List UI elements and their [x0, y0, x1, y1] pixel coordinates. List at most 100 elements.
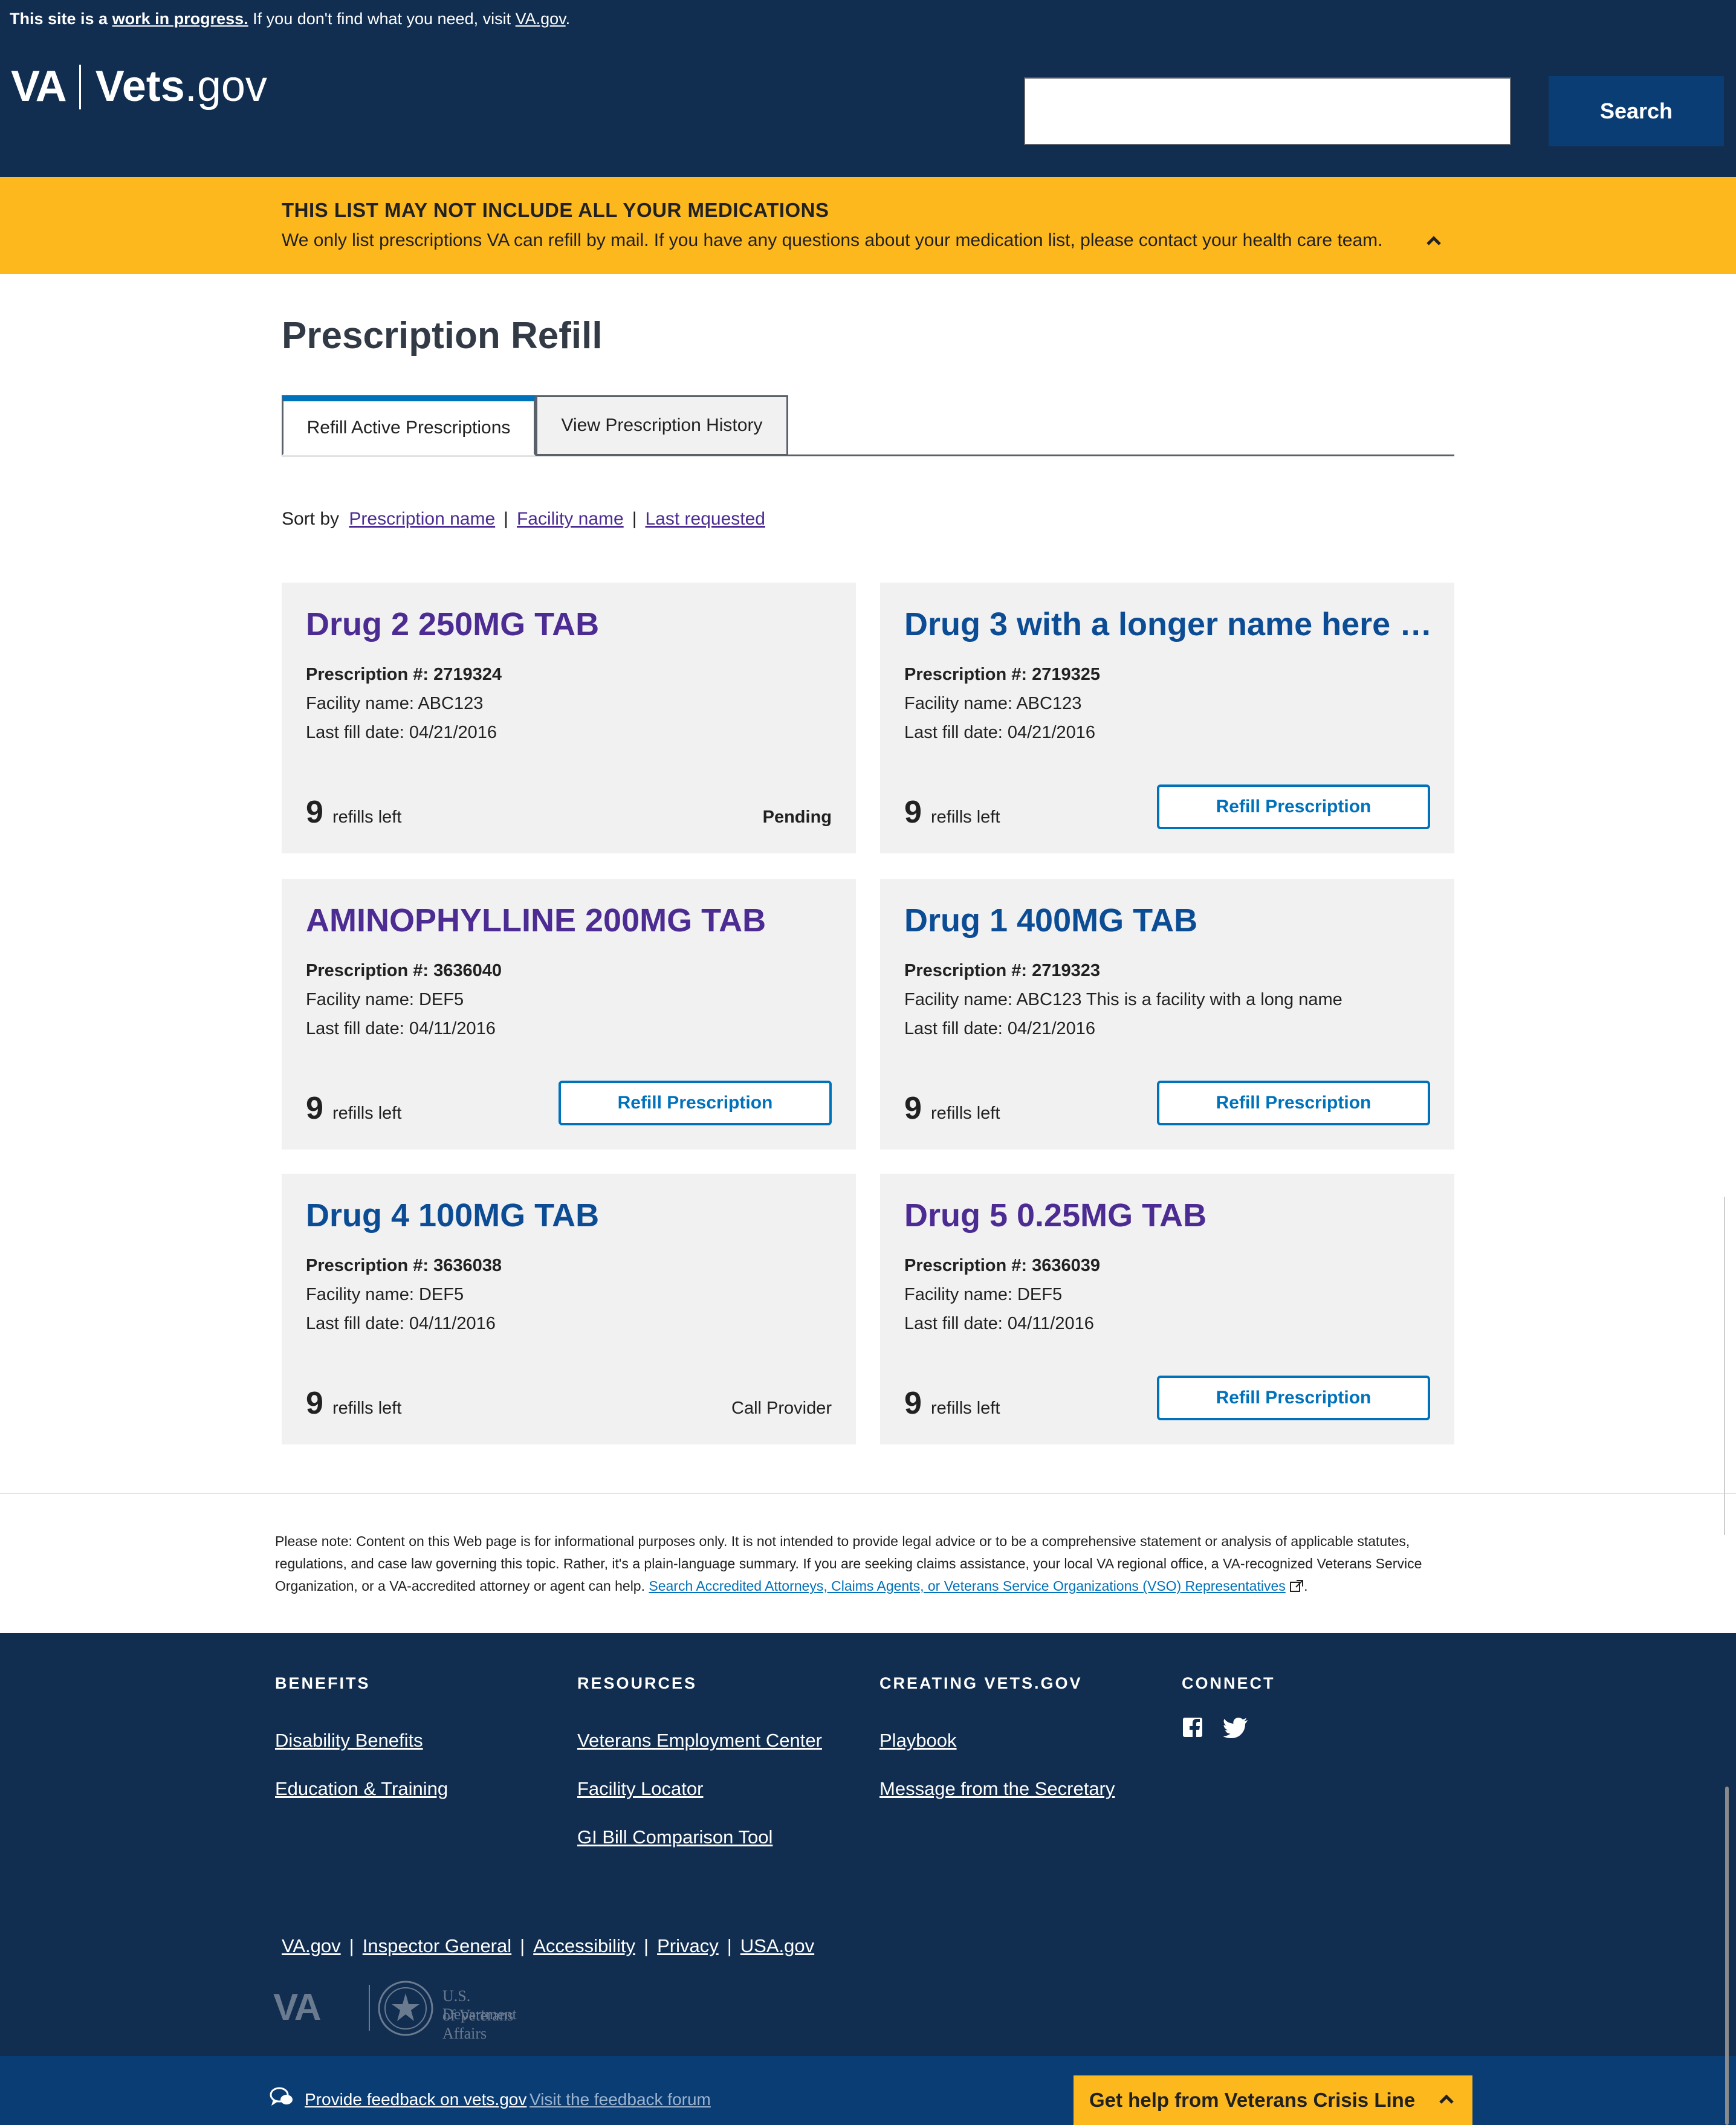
refills-label: refills left — [931, 807, 1000, 827]
feedback-bar: Provide feedback on vets.gov Visit the f… — [0, 2056, 1736, 2125]
refills-label: refills left — [931, 1104, 1000, 1123]
footer-link-employment-center[interactable]: Veterans Employment Center — [577, 1730, 822, 1751]
last-fill-date: Last fill date: 04/11/2016 — [306, 1019, 496, 1038]
vets-gov-logo[interactable]: VA Vets.gov — [11, 62, 267, 111]
logo-vets: Vets — [95, 62, 185, 111]
prescription-name-link[interactable]: AMINOPHYLLINE 200MG TAB — [306, 902, 766, 939]
footer-link-va-gov[interactable]: VA.gov — [282, 1935, 341, 1956]
chevron-up-icon — [1439, 2094, 1454, 2104]
search-input[interactable] — [1024, 77, 1511, 145]
refills-count: 9 — [904, 1091, 922, 1126]
refills-count: 9 — [306, 1091, 323, 1126]
footer-heading-creating: CREATING VETS.GOV — [879, 1674, 1083, 1692]
footer-link-inspector-general[interactable]: Inspector General — [363, 1935, 511, 1956]
refill-prescription-button[interactable]: Refill Prescription — [1157, 1376, 1430, 1420]
prescription-name-link[interactable]: Drug 3 with a longer name here to see ho… — [904, 606, 1436, 643]
refills-label: refills left — [931, 1399, 1000, 1418]
site-footer: BENEFITS Disability Benefits Education &… — [0, 1633, 1736, 2056]
footer-link-facility-locator[interactable]: Facility Locator — [577, 1778, 703, 1800]
refill-status: Pending — [762, 807, 832, 827]
facility-name: Facility name: ABC123 — [904, 694, 1082, 713]
facility-name: Facility name: DEF5 — [904, 1285, 1063, 1304]
scrollbar-track[interactable] — [1724, 1197, 1730, 1535]
refill-prescription-button[interactable]: Refill Prescription — [1157, 784, 1430, 829]
refill-prescription-button[interactable]: Refill Prescription — [559, 1081, 832, 1125]
facility-name: Facility name: DEF5 — [306, 990, 464, 1009]
last-fill-date: Last fill date: 04/21/2016 — [904, 1019, 1096, 1038]
prescription-number: Prescription #: 2719324 — [306, 665, 502, 684]
last-fill-date: Last fill date: 04/11/2016 — [904, 1314, 1094, 1333]
refills-label: refills left — [332, 807, 402, 827]
sort-controls: Sort by Prescription name | Facility name |… — [282, 509, 765, 529]
notice-prefix: This site is a — [10, 10, 108, 28]
last-fill-date: Last fill date: 04/21/2016 — [904, 723, 1096, 742]
tab-prescription-history[interactable]: View Prescription History — [536, 395, 788, 456]
crisis-line-label: Get help from Veterans Crisis Line — [1089, 2089, 1416, 2111]
refills-label: refills left — [332, 1104, 402, 1123]
accredited-representatives-link[interactable]: Search Accredited Attorneys, Claims Agen… — [649, 1578, 1285, 1594]
work-in-progress-banner: This site is a work in progress. If you … — [0, 0, 1736, 41]
scrollbar-thumb[interactable] — [1725, 1787, 1729, 2125]
prescription-number: Prescription #: 3636038 — [306, 1256, 502, 1275]
twitter-icon[interactable] — [1223, 1716, 1249, 1738]
footer-link-usa-gov[interactable]: USA.gov — [740, 1935, 814, 1956]
work-in-progress-link[interactable]: work in progress. — [112, 10, 248, 28]
refills-count: 9 — [306, 795, 323, 830]
footer-link-playbook[interactable]: Playbook — [879, 1730, 957, 1751]
provide-feedback-link[interactable]: Provide feedback on vets.gov — [305, 2090, 526, 2109]
medications-alert: THIS LIST MAY NOT INCLUDE ALL YOUR MEDIC… — [0, 177, 1736, 274]
prescription-card: Drug 4 100MG TAB Prescription #: 3636038… — [282, 1174, 856, 1444]
prescription-number: Prescription #: 3636040 — [306, 961, 502, 980]
refills-count: 9 — [904, 795, 922, 830]
prescription-name-link[interactable]: Drug 1 400MG TAB — [904, 902, 1197, 939]
refills-count: 9 — [904, 1386, 922, 1421]
va-department-logo[interactable]: VA U.S. Department of Veterans Affairs — [273, 1971, 545, 2042]
sort-facility-name-link[interactable]: Facility name — [517, 509, 624, 529]
sort-prescription-name-link[interactable]: Prescription name — [349, 509, 495, 529]
footer-link-gi-bill-tool[interactable]: GI Bill Comparison Tool — [577, 1826, 772, 1848]
feedback-forum-link[interactable]: Visit the feedback forum — [530, 2090, 711, 2109]
alert-heading: THIS LIST MAY NOT INCLUDE ALL YOUR MEDIC… — [282, 199, 829, 221]
tab-refill-active[interactable]: Refill Active Prescriptions — [282, 395, 536, 456]
notice-middle: If you don't find what you need, visit — [253, 10, 511, 28]
logo-va: VA — [11, 62, 67, 111]
refill-prescription-button[interactable]: Refill Prescription — [1157, 1081, 1430, 1125]
prescription-name-link[interactable]: Drug 5 0.25MG TAB — [904, 1197, 1206, 1234]
prescription-number: Prescription #: 3636039 — [904, 1256, 1101, 1275]
prescription-name-link[interactable]: Drug 4 100MG TAB — [306, 1197, 599, 1234]
alert-body: We only list prescriptions VA can refill… — [282, 230, 1383, 250]
last-fill-date: Last fill date: 04/11/2016 — [306, 1314, 496, 1333]
footer-link-education-training[interactable]: Education & Training — [275, 1778, 448, 1800]
prescription-card: Drug 5 0.25MG TAB Prescription #: 363603… — [880, 1174, 1454, 1444]
facebook-icon[interactable] — [1182, 1716, 1203, 1738]
footer-link-privacy[interactable]: Privacy — [657, 1935, 719, 1956]
site-header: VA Vets.gov Search — [0, 41, 1736, 177]
va-gov-link[interactable]: VA.gov — [516, 10, 566, 28]
va-seal-icon — [378, 1981, 433, 2036]
footer-heading-benefits: BENEFITS — [275, 1674, 371, 1692]
dept-line-2: of Veterans Affairs — [442, 2007, 514, 2042]
refills-label: refills left — [332, 1399, 402, 1418]
content-divider — [0, 1493, 1736, 1494]
chat-bubble-icon — [270, 2087, 293, 2106]
sort-label: Sort by — [282, 509, 340, 529]
legal-disclaimer: Please note: Content on this Web page is… — [275, 1533, 1422, 1594]
prescription-number: Prescription #: 2719325 — [904, 665, 1101, 684]
footer-link-disability-benefits[interactable]: Disability Benefits — [275, 1730, 423, 1751]
footer-link-accessibility[interactable]: Accessibility — [533, 1935, 635, 1956]
footer-link-secretary-message[interactable]: Message from the Secretary — [879, 1778, 1115, 1800]
facility-name: Facility name: ABC123 This is a facility… — [904, 990, 1342, 1009]
prescription-card: AMINOPHYLLINE 200MG TAB Prescription #: … — [282, 879, 856, 1150]
facility-name: Facility name: ABC123 — [306, 694, 484, 713]
chevron-up-icon[interactable] — [1425, 234, 1442, 247]
logo-gov: .gov — [184, 62, 267, 111]
prescription-number: Prescription #: 2719323 — [904, 961, 1101, 980]
last-fill-date: Last fill date: 04/21/2016 — [306, 723, 497, 742]
prescription-name-link[interactable]: Drug 2 250MG TAB — [306, 606, 599, 643]
search-button[interactable]: Search — [1549, 76, 1724, 146]
crisis-line-button[interactable]: Get help from Veterans Crisis Line — [1074, 2075, 1472, 2125]
footer-heading-connect: CONNECT — [1182, 1674, 1275, 1692]
sort-last-requested-link[interactable]: Last requested — [645, 509, 765, 529]
prescription-card: Drug 1 400MG TAB Prescription #: 2719323… — [880, 879, 1454, 1150]
page-title: Prescription Refill — [282, 315, 603, 357]
